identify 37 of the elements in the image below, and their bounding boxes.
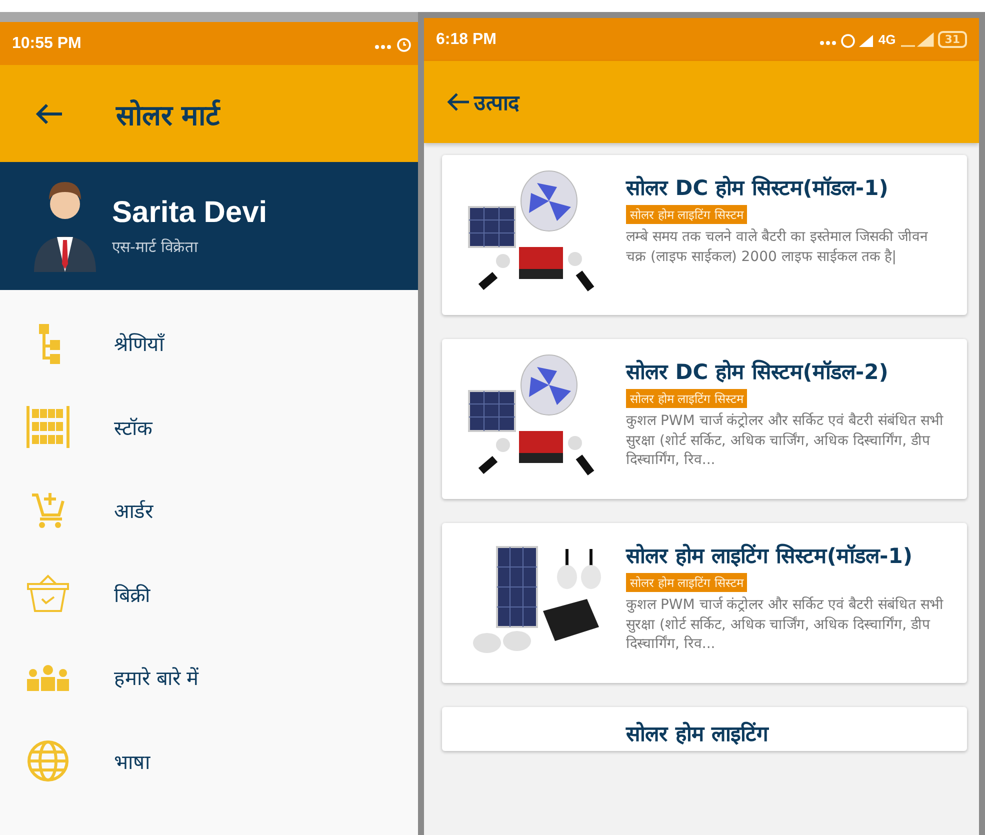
product-title: सोलर DC होम सिस्टम(मॉडल-1) — [626, 175, 890, 202]
product-title: सोलर होम लाइटिंग सिस्टम(मॉडल-1) — [626, 543, 914, 570]
people-icon — [26, 664, 70, 692]
menu-item[interactable]: आर्डर — [0, 469, 418, 552]
globe-icon — [26, 739, 70, 784]
back-arrow-icon[interactable] — [34, 102, 64, 126]
app-title: सोलर मार्ट — [116, 98, 220, 132]
menu-item[interactable]: स्टॉक — [0, 386, 418, 469]
avatar-icon — [32, 180, 98, 272]
network-type: 4G — [878, 32, 896, 47]
menu-item[interactable]: हमारे बारे में — [0, 636, 418, 720]
basket-check-icon — [26, 574, 70, 614]
category-tag: सोलर होम लाइटिंग सिस्टम — [626, 573, 748, 592]
back-arrow-icon[interactable] — [446, 92, 470, 112]
shelf-icon — [26, 406, 70, 448]
menu-item[interactable]: श्रेणियाँ — [0, 302, 418, 386]
product-title: सोलर DC होम सिस्टम(मॉडल-2) — [626, 359, 890, 386]
wifi-signal-icon — [898, 32, 935, 48]
category-tag: सोलर होम लाइटिंग सिस्टम — [626, 389, 748, 408]
product-card[interactable]: सोलर होम लाइटिंग — [442, 707, 967, 752]
menu-item[interactable]: भाषा — [0, 720, 418, 803]
user-name: Sarita Devi — [112, 196, 268, 230]
app-title: उत्पाद — [474, 90, 519, 116]
product-card[interactable]: सोलर DC होम सिस्टम(मॉडल-2) सोलर होम लाइटिंग सिस्टम कुशल PWM चार्ज कंट्रोलर और सर्किट एवं बैटरी संबंधित सभी सुरक्षा (शोर्ट सर्किट, अधिक चार्जिंग, अधिक दिस्चार्गिंग, डीप दिस्चार्गिंग, रिव... — [442, 339, 967, 499]
user-role: एस-मार्ट विक्रेता — [112, 237, 200, 256]
cart-add-icon — [30, 490, 66, 531]
product-card[interactable]: सोलर DC होम सिस्टम(मॉडल-1) सोलर होम लाइटिंग सिस्टम लम्बे समय तक चलने वाले बैटरी का इस्तेमाल जिसकी जीवन चक्र (लाइफ साईकल) 2000 लाइफ साईकल तक है| — [442, 155, 967, 315]
product-title: सोलर होम लाइटिंग — [626, 721, 770, 748]
product-card[interactable]: सोलर होम लाइटिंग सिस्टम(मॉडल-1) सोलर होम लाइटिंग सिस्टम कुशल PWM चार्ज कंट्रोलर और सर्किट एवं बैटरी संबंधित सभी सुरक्षा (शोर्ट सर्किट, अधिक चार्जिंग, अधिक दिस्चार्गिंग, डीप दिस्चार्गिंग, रिव... — [442, 523, 967, 683]
product-description: कुशल PWM चार्ज कंट्रोलर और सर्किट एवं बैटरी संबंधित सभी सुरक्षा (शोर्ट सर्किट, अधिक चार्जिंग, अधिक दिस्चार्गिंग, डीप दिस्चार्गिंग, रिव... — [626, 412, 944, 470]
status-time: 10:55 PM — [12, 34, 82, 52]
category-tag: सोलर होम लाइटिंग सिस्टम — [626, 205, 748, 224]
product-description: लम्बे समय तक चलने वाले बैटरी का इस्तेमाल जिसकी जीवन चक्र (लाइफ साईकल) 2000 लाइफ साईकल तक है| — [626, 228, 930, 267]
menu-item[interactable]: बिक्री — [0, 552, 418, 636]
status-time: 6:18 PM — [436, 30, 496, 48]
product-description: कुशल PWM चार्ज कंट्रोलर और सर्किट एवं बैटरी संबंधित सभी सुरक्षा (शोर्ट सर्किट, अधिक चार्जिंग, अधिक दिस्चार्गिंग, डीप दिस्चार्गिंग, रिव... — [626, 596, 944, 654]
battery-level: 31 — [938, 31, 967, 48]
